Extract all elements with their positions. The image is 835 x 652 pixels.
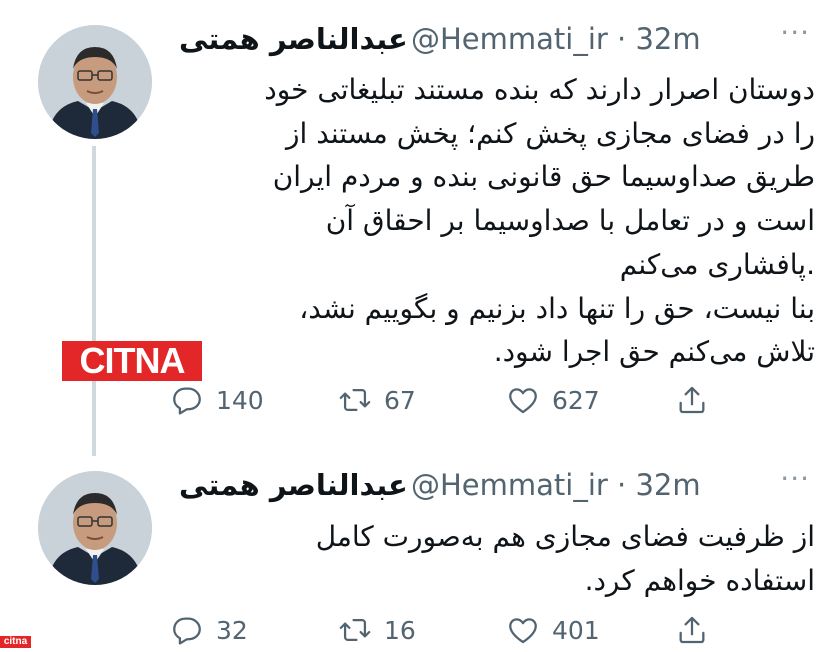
tweet-text-line: را در فضای مجازی پخش کنم؛ پخش مستند از	[286, 116, 815, 150]
like-count: 627	[552, 385, 600, 415]
retweet-icon	[339, 388, 371, 412]
tweet-text-line: بنا نیست، حق را تنها داد بزنیم و بگوییم …	[299, 291, 815, 325]
reply-icon	[173, 387, 201, 415]
tweet-text-line: از ظرفیت فضای مجازی هم به‌صورت کامل	[315, 520, 815, 553]
reply-button[interactable]: 140	[170, 378, 264, 422]
reply-count: 32	[216, 615, 248, 645]
like-button[interactable]: 401	[506, 608, 600, 652]
author-handle[interactable]: @Hemmati_ir	[411, 22, 608, 56]
share-button[interactable]	[675, 608, 721, 652]
separator-dot: ·	[617, 468, 627, 502]
reply-count: 140	[216, 385, 264, 415]
tweet-text-line: است و در تعامل با صداوسیما بر احقاق آن	[325, 204, 815, 238]
tweet-text-line: تلاش می‌کنم حق اجرا شود.	[493, 335, 815, 369]
tweet-1[interactable]: عبدالناصر همتی @Hemmati_ir · 32m ··· دوس…	[0, 0, 835, 460]
author-handle-and-time[interactable]: @Hemmati_ir · 32m	[411, 22, 701, 56]
like-count: 401	[552, 615, 600, 645]
avatar-portrait-icon	[38, 25, 152, 139]
citna-watermark-logo: CITNA	[62, 341, 202, 381]
tweet-header: عبدالناصر همتی @Hemmati_ir · 32m ···	[165, 16, 810, 62]
like-button[interactable]: 627	[506, 378, 600, 422]
share-button[interactable]	[675, 378, 721, 422]
author-name[interactable]: عبدالناصر همتی	[179, 468, 408, 502]
more-horizontal-icon[interactable]: ···	[780, 462, 810, 495]
citna-small-watermark-logo: citna	[0, 636, 31, 648]
avatar-portrait-icon	[38, 471, 152, 585]
tweet-text: از ظرفیت فضای مجازی هم به‌صورت کامل استف…	[195, 515, 815, 602]
thread-connector	[92, 146, 96, 456]
heart-icon	[509, 618, 537, 644]
heart-icon	[509, 388, 537, 414]
share-icon	[679, 386, 705, 414]
author-handle-and-time[interactable]: @Hemmati_ir · 32m	[411, 468, 701, 502]
tweet-time[interactable]: 32m	[635, 468, 700, 502]
tweet-time[interactable]: 32m	[635, 22, 700, 56]
retweet-button[interactable]: 67	[338, 378, 416, 422]
share-icon	[679, 616, 705, 644]
retweet-icon	[339, 618, 371, 642]
reply-button[interactable]: 32	[170, 608, 248, 652]
tweet-text-line: طریق صداوسیما حق قانونی بنده و مردم ایرا…	[272, 160, 815, 194]
tweet-text-line: استفاده خواهم کرد.	[584, 563, 815, 597]
tweet-actions: 32 16 401	[170, 608, 730, 652]
more-horizontal-icon[interactable]: ···	[780, 16, 810, 49]
author-name[interactable]: عبدالناصر همتی	[179, 22, 408, 56]
retweet-count: 67	[384, 385, 416, 415]
reply-icon	[173, 617, 201, 645]
avatar[interactable]	[38, 25, 152, 139]
retweet-button[interactable]: 16	[338, 608, 416, 652]
tweet-header: عبدالناصر همتی @Hemmati_ir · 32m ···	[165, 462, 810, 508]
retweet-count: 16	[384, 615, 416, 645]
tweet-text-line: .پافشاری می‌کنم	[619, 247, 815, 281]
avatar[interactable]	[38, 471, 152, 585]
tweet-actions: 140 67 627	[170, 378, 730, 422]
tweet-text: دوستان اصرار دارند که بنده مستند تبلیغات…	[195, 68, 815, 374]
separator-dot: ·	[617, 22, 627, 56]
tweet-2[interactable]: عبدالناصر همتی @Hemmati_ir · 32m ··· از …	[0, 460, 835, 648]
author-handle[interactable]: @Hemmati_ir	[411, 468, 608, 502]
tweet-text-line: دوستان اصرار دارند که بنده مستند تبلیغات…	[264, 73, 815, 106]
